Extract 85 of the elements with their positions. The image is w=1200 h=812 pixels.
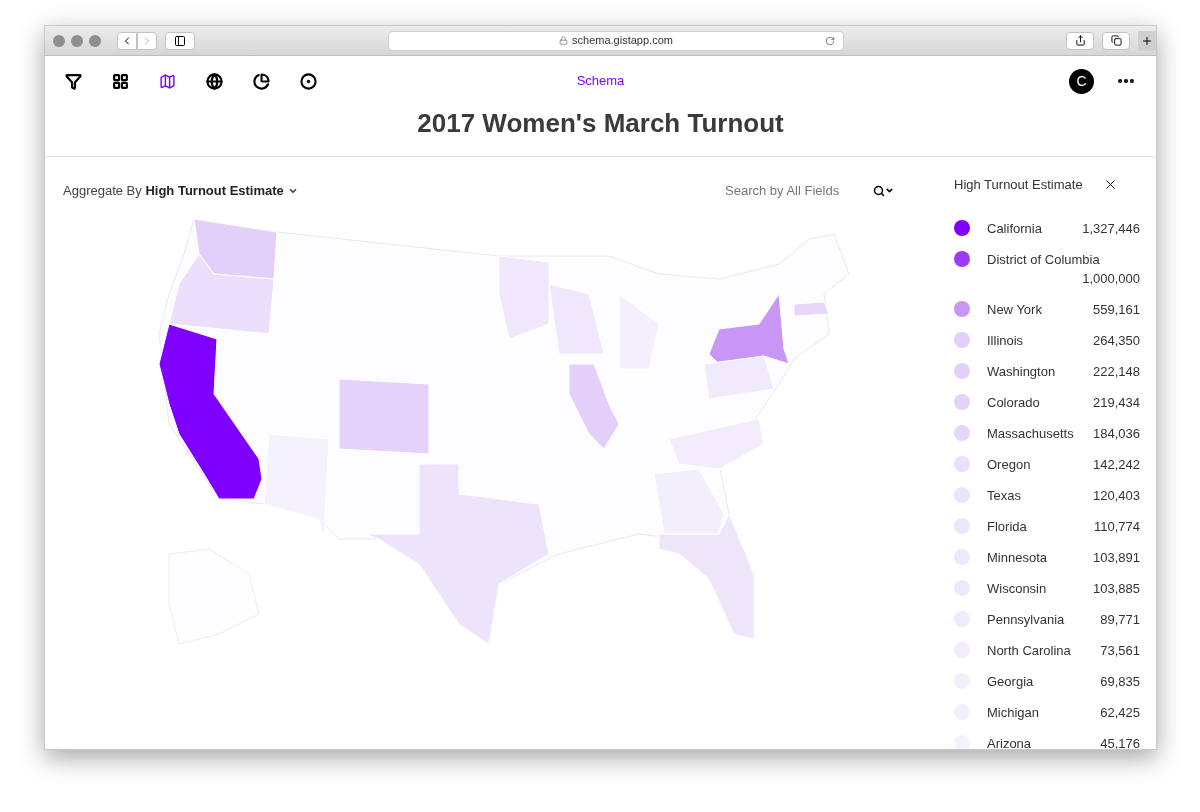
state-name: Pennsylvania — [987, 610, 1065, 629]
share-icon — [1074, 35, 1086, 46]
legend-item[interactable]: Colorado 219,434 — [954, 392, 1140, 412]
legend-title: High Turnout Estimate — [954, 176, 1083, 194]
map-icon — [159, 72, 176, 90]
state-name: Florida — [987, 517, 1027, 536]
grid-tool-button[interactable] — [112, 72, 129, 90]
pie-tool-button[interactable] — [253, 72, 270, 90]
search-field[interactable]: Search by All Fields — [725, 181, 865, 201]
state-name: Michigan — [987, 703, 1040, 722]
turnout-value: 45,176 — [1100, 734, 1140, 749]
new-tab-button[interactable] — [1138, 30, 1156, 51]
legend-item[interactable]: Oregon 142,242 — [954, 454, 1140, 474]
state-name: Minnesota — [987, 548, 1047, 567]
grid-icon — [112, 72, 129, 90]
state-name: Wisconsin — [987, 579, 1047, 598]
turnout-value: 184,036 — [1093, 424, 1140, 443]
tabs-button[interactable] — [1102, 31, 1130, 50]
sidebar-button[interactable] — [165, 31, 195, 50]
minimize-window-button[interactable] — [71, 34, 83, 47]
turnout-value: 1,000,000 — [1082, 269, 1140, 288]
state-name: Oregon — [987, 455, 1031, 474]
turnout-value: 62,425 — [1100, 703, 1140, 722]
reload-icon[interactable] — [825, 35, 835, 46]
state-name: District of Columbia — [987, 250, 1100, 269]
state-name: North Carolina — [987, 641, 1071, 660]
legend-item[interactable]: Wisconsin 103,885 — [954, 578, 1140, 598]
state-name: New York — [987, 300, 1042, 319]
url-text: schema.gistapp.com — [572, 33, 673, 49]
state-name: Colorado — [987, 393, 1040, 412]
legend-item[interactable]: Arizona 45,176 — [954, 733, 1140, 749]
turnout-value: 69,835 — [1100, 672, 1140, 691]
legend-item[interactable]: Illinois 264,350 — [954, 330, 1140, 350]
legend-item[interactable]: New York 559,161 — [954, 299, 1140, 319]
back-button[interactable] — [117, 31, 137, 50]
turnout-value: 219,434 — [1093, 393, 1140, 412]
user-avatar[interactable]: C — [1069, 68, 1094, 94]
address-bar[interactable]: schema.gistapp.com — [388, 30, 844, 51]
legend-item[interactable]: Michigan 62,425 — [954, 702, 1140, 722]
legend-item[interactable]: Massachusetts 184,036 — [954, 423, 1140, 443]
sidebar-icon — [174, 34, 186, 47]
share-button[interactable] — [1066, 31, 1094, 50]
state-name: Texas — [987, 486, 1021, 505]
state-name: Arizona — [987, 734, 1032, 749]
state-name: California — [987, 219, 1042, 238]
turnout-value: 110,774 — [1093, 517, 1140, 536]
turnout-value: 1,327,446 — [1082, 219, 1140, 238]
globe-tool-button[interactable] — [206, 72, 223, 90]
page-title: 2017 Women's March Turnout — [416, 107, 785, 140]
filter-icon — [65, 72, 82, 90]
state-name: Illinois — [987, 331, 1024, 350]
turnout-value: 120,403 — [1093, 486, 1140, 505]
state-name: Massachusetts — [987, 424, 1074, 443]
aggregate-dropdown[interactable]: Aggregate By High Turnout Estimate — [63, 181, 298, 201]
lock-icon — [559, 36, 569, 45]
legend-item[interactable]: Texas 120,403 — [954, 485, 1140, 505]
map-tool-button[interactable] — [159, 72, 176, 90]
legend-item[interactable]: District of Columbia 1,000,000 — [954, 249, 1140, 288]
turnout-value: 264,350 — [1093, 331, 1140, 350]
turnout-value: 89,771 — [1100, 610, 1140, 629]
turnout-value: 222,148 — [1093, 362, 1140, 381]
plus-icon — [1141, 34, 1153, 47]
legend-item[interactable]: Minnesota 103,891 — [954, 547, 1140, 567]
legend-item[interactable]: Georgia 69,835 — [954, 671, 1140, 691]
turnout-value: 73,561 — [1100, 641, 1140, 660]
search-icon — [873, 184, 885, 197]
turnout-value: 142,242 — [1093, 455, 1140, 474]
legend-item[interactable]: Pennsylvania 89,771 — [954, 609, 1140, 629]
turnout-value: 103,891 — [1093, 548, 1140, 567]
turnout-value: 559,161 — [1093, 300, 1140, 319]
pie-icon — [253, 72, 270, 90]
close-window-button[interactable] — [53, 34, 65, 47]
search-options-button[interactable] — [873, 184, 894, 197]
legend-item[interactable]: North Carolina 73,561 — [954, 640, 1140, 660]
zoom-window-button[interactable] — [89, 34, 101, 47]
state-name: Washington — [987, 362, 1056, 381]
legend-item[interactable]: California 1,327,446 — [954, 218, 1140, 238]
turnout-value: 103,885 — [1093, 579, 1140, 598]
legend-item[interactable]: Washington 222,148 — [954, 361, 1140, 381]
filter-tool-button[interactable] — [65, 72, 82, 90]
legend-item[interactable]: Florida 110,774 — [954, 516, 1140, 536]
globe-icon — [206, 72, 223, 90]
state-name: Georgia — [987, 672, 1034, 691]
brand-name[interactable]: Schema — [576, 71, 625, 91]
tabs-icon — [1110, 35, 1122, 46]
